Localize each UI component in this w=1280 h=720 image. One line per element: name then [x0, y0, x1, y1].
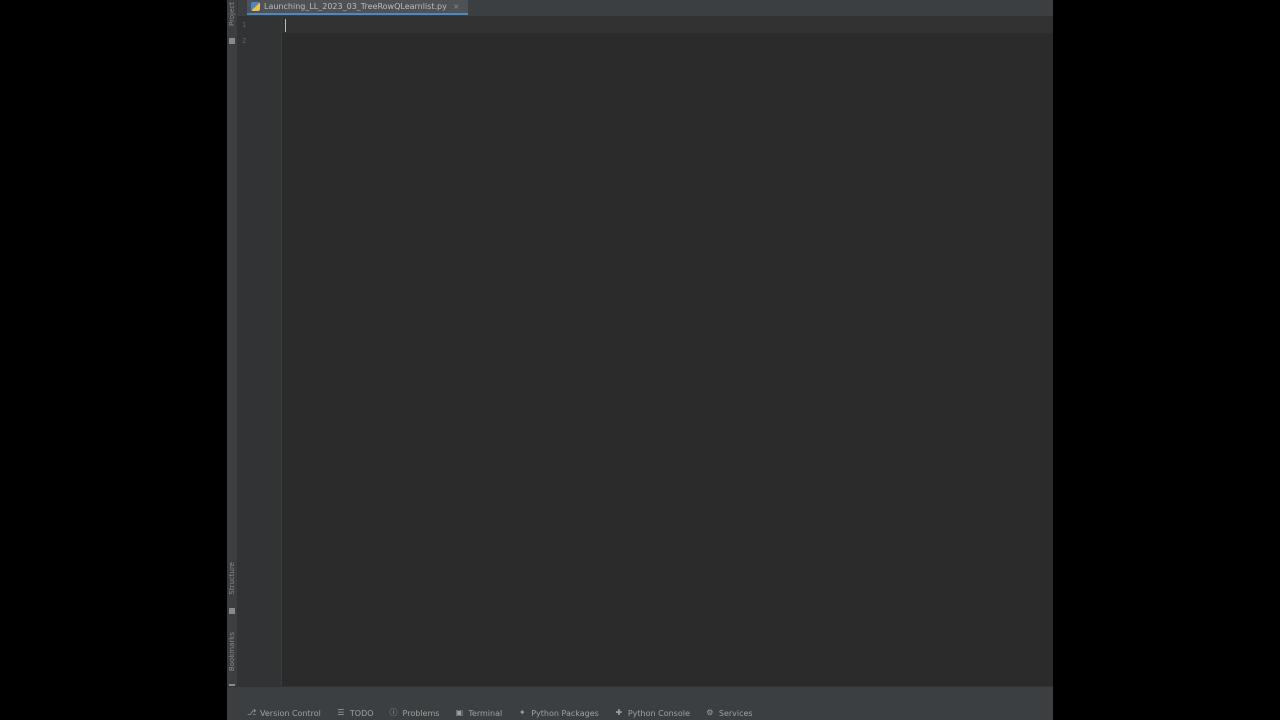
terminal-button[interactable]: ▣ Terminal — [455, 708, 503, 718]
python-packages-button[interactable]: ✦ Python Packages — [518, 709, 599, 718]
ide-window: Project Structure Bookmarks Launching_LL… — [227, 0, 1053, 720]
list-icon: ☰ — [337, 708, 345, 717]
structure-tool-button[interactable]: Structure — [228, 562, 236, 595]
bottom-tool-bar: ⎇ Version Control ☰ TODO ⓘ Problems ▣ Te… — [227, 686, 1053, 720]
bottom-item-label: Problems — [402, 708, 440, 718]
version-control-button[interactable]: ⎇ Version Control — [247, 709, 321, 718]
bookmarks-tool-button[interactable]: Bookmarks — [228, 632, 236, 671]
left-tool-strip: Project Structure Bookmarks — [227, 0, 238, 704]
bottom-item-label: Services — [718, 708, 753, 718]
bottom-item-label: TODO — [349, 708, 374, 718]
current-line-highlight — [282, 17, 1053, 33]
python-file-icon — [251, 2, 260, 11]
editor-tab-active[interactable]: Launching_LL_2023_03_TreeRowQLearnlist.p… — [247, 0, 468, 15]
structure-icon — [229, 608, 235, 614]
close-icon[interactable]: × — [453, 2, 460, 11]
console-icon: ✚ — [615, 708, 623, 717]
todo-button[interactable]: ☰ TODO — [337, 708, 374, 718]
bottom-item-label: Version Control — [260, 708, 321, 718]
branch-icon: ⎇ — [247, 708, 257, 717]
text-caret — [285, 19, 286, 32]
problems-icon: ⓘ — [389, 708, 398, 717]
tab-filename: Launching_LL_2023_03_TreeRowQLearnlist.p… — [264, 2, 447, 11]
editor-tab-bar: Launching_LL_2023_03_TreeRowQLearnlist.p… — [238, 0, 1053, 17]
line-number: 1 — [242, 21, 247, 29]
project-tool-button[interactable]: Project — [228, 2, 236, 26]
terminal-icon: ▣ — [455, 708, 464, 717]
bottom-item-label: Python Packages — [531, 708, 599, 718]
python-console-button[interactable]: ✚ Python Console — [615, 708, 690, 718]
bottom-item-label: Terminal — [468, 708, 503, 718]
bottom-item-label: Python Console — [627, 708, 690, 718]
gear-icon: ⚙ — [706, 708, 714, 717]
packages-icon: ✦ — [518, 708, 526, 717]
project-icon — [229, 38, 235, 44]
line-number: 2 — [242, 37, 247, 45]
line-number-gutter: 1 2 — [238, 17, 282, 686]
code-editor[interactable] — [282, 17, 1053, 686]
services-button[interactable]: ⚙ Services — [706, 708, 753, 718]
problems-button[interactable]: ⓘ Problems — [390, 709, 440, 718]
